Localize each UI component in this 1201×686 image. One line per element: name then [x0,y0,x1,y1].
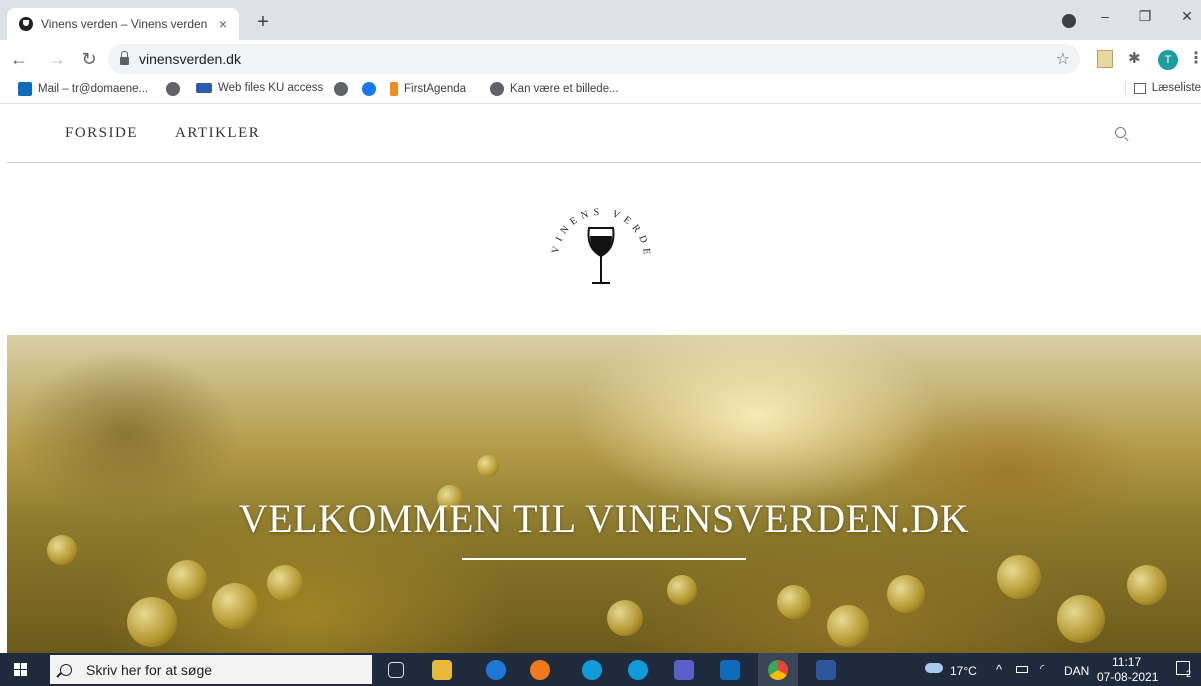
bookmark-label: Web files KU access [218,82,324,94]
reload-button[interactable]: ↻ [78,48,100,70]
facebook-icon [362,82,376,96]
bookmark-globe-1[interactable] [166,82,186,96]
extensions-puzzle-icon[interactable]: ✱ [1128,50,1144,68]
hero-image-detail [777,585,811,619]
wine-glass-icon [587,227,615,284]
wifi-icon[interactable]: ◜ [1040,662,1044,675]
outlook-icon[interactable] [720,660,740,680]
hero-image-detail [827,605,869,647]
profile-avatar[interactable]: T [1158,50,1178,70]
hero-image-detail [1057,595,1105,643]
bookmark-label: Kan være et billede... [510,83,619,95]
windows-taskbar: Skriv her for at søge 17°C ^ ◜ DAN 11:17… [0,653,1201,686]
firefox-icon[interactable] [530,660,550,680]
site-logo[interactable]: VINENS VERDEN [540,196,662,292]
browser-tab[interactable]: Vinens verden – Vinens verden × [7,8,239,40]
site-header: FORSIDE ARTIKLER [7,105,1201,163]
hero-image-detail [167,560,207,600]
hero-image-detail [1127,565,1167,605]
hero-image-detail [477,455,499,477]
hero-image-detail [667,575,697,605]
chrome-icon[interactable] [768,660,788,680]
hero-image-detail [887,575,925,613]
new-tab-button[interactable]: + [252,12,274,32]
task-view-icon[interactable] [388,662,404,678]
taskbar-search-placeholder: Skriv her for at søge [86,661,213,678]
edge-icon[interactable] [486,660,506,680]
tab-title: Vinens verden – Vinens verden [41,17,208,31]
bookmark-star-icon[interactable]: ☆ [1056,49,1070,69]
hero-image-detail [127,597,177,647]
outlook-icon [18,82,32,96]
taskbar-search-input[interactable]: Skriv her for at søge [50,655,372,684]
hero-image-detail [212,583,258,629]
word-icon[interactable] [816,660,836,680]
globe-icon [166,82,180,96]
profile-menu-icon[interactable] [1062,14,1076,28]
bookmark-label: Mail – tr@domaene... [38,83,149,95]
bookmark-facebook[interactable] [362,82,382,96]
show-hidden-icons-icon[interactable]: ^ [996,662,1002,677]
bookmark-globe-2[interactable] [334,82,354,96]
nav-link-forside[interactable]: FORSIDE [65,125,138,142]
teams-icon[interactable] [674,660,694,680]
browser-menu-icon[interactable]: ⋮ [1188,48,1201,68]
restore-button[interactable]: ❐ [1130,8,1160,25]
temperature[interactable]: 17°C [950,664,977,678]
search-icon[interactable] [1115,127,1126,138]
input-language[interactable]: DAN [1064,664,1089,678]
ku-icon [196,83,212,93]
hero-image-detail [267,565,303,601]
globe-icon [334,82,348,96]
url-text: vinensverden.dk [139,51,241,67]
bookmarks-bar: Mail – tr@domaene... Web files KU access… [0,78,1201,104]
close-window-button[interactable]: ✕ [1172,8,1201,25]
site-favicon-icon [19,17,33,31]
file-explorer-icon[interactable] [432,660,452,680]
browser-toolbar: ← → ↻ vinensverden.dk ☆ ✱ T ⋮ [0,40,1201,78]
bookmark-label: FirstAgenda [404,83,467,95]
globe-icon [490,82,504,96]
battery-icon[interactable] [1016,666,1028,673]
bookmark-mail[interactable]: Mail – tr@domaene... [18,82,148,96]
hero-divider [462,558,746,560]
windows-start-icon[interactable] [14,663,28,677]
back-button[interactable]: ← [8,48,30,70]
minimize-button[interactable]: – [1090,8,1120,24]
clock-date[interactable]: 07-08-2021 [1097,670,1158,684]
nav-link-artikler[interactable]: ARTIKLER [175,125,260,142]
address-bar[interactable]: vinensverden.dk ☆ [108,44,1080,74]
bookmark-image[interactable]: Kan være et billede... [490,82,619,96]
bookmark-firstagenda[interactable]: FirstAgenda [390,82,466,96]
forward-button[interactable]: → [46,48,68,70]
notification-count-badge: 2 [1186,669,1192,679]
firstagenda-icon [390,82,398,96]
hero-image-detail [997,555,1041,599]
reading-list-button[interactable]: Læseliste [1124,82,1201,94]
reading-list-label: Læseliste [1151,82,1201,94]
tab-close-button[interactable]: × [213,16,233,32]
lock-icon [120,51,129,65]
weather-cloud-icon[interactable] [925,663,943,673]
hero-title: VELKOMMEN TIL VINENSVERDEN.DK [238,496,970,541]
skype-business-icon[interactable] [628,660,648,680]
search-icon [60,663,72,676]
clock-time[interactable]: 11:17 [1112,655,1141,669]
tab-strip: Vinens verden – Vinens verden × + – ❐ ✕ [0,0,1201,40]
skype-icon[interactable] [582,660,602,680]
reading-list-icon [1133,82,1146,94]
hero-image-detail [607,600,643,636]
bookmark-ku[interactable]: Web files KU access [196,82,323,94]
hero-banner: VELKOMMEN TIL VINENSVERDEN.DK [7,335,1201,653]
extension-calculator-icon[interactable] [1097,50,1113,68]
